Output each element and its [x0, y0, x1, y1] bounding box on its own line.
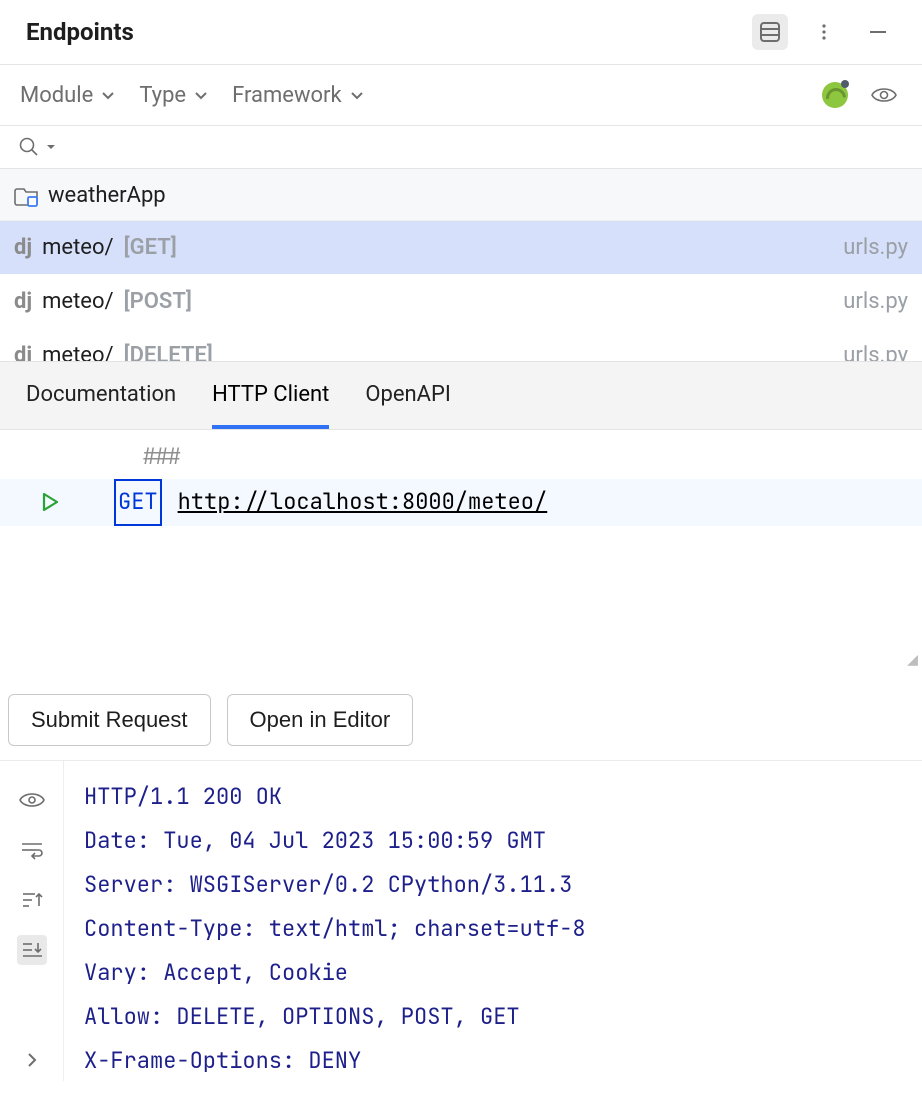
tab-openapi[interactable]: OpenAPI [365, 362, 451, 429]
filter-module[interactable]: Module [20, 83, 115, 108]
response-pane: HTTP/1.1 200 OK Date: Tue, 04 Jul 2023 1… [0, 761, 922, 1081]
endpoint-file: urls.py [843, 343, 908, 361]
endpoint-row[interactable]: dj meteo/ [GET] urls.py [0, 221, 922, 275]
tab-http-client[interactable]: HTTP Client [212, 362, 329, 429]
endpoint-path: meteo/ [42, 235, 113, 260]
tool-window-header: Endpoints [0, 0, 922, 65]
details-tabs: Documentation HTTP Client OpenAPI [0, 361, 922, 430]
wrap-lines-icon[interactable] [17, 835, 47, 865]
filter-label: Framework [232, 83, 342, 108]
endpoint-left: dj meteo/ [POST] [14, 289, 192, 314]
tab-label: Documentation [26, 382, 176, 407]
chevron-down-icon [101, 88, 115, 102]
resize-handle[interactable]: ◢ [907, 642, 916, 677]
endpoint-framework-badge: dj [14, 289, 32, 314]
filter-group: Module Type Framework [20, 83, 364, 108]
endpoints-list-clip: dj meteo/ [GET] urls.py dj meteo/ [POST] urls.p… [0, 221, 922, 361]
endpoint-left: dj meteo/ [GET] [14, 235, 177, 260]
tab-label: OpenAPI [365, 382, 451, 407]
filter-type[interactable]: Type [139, 83, 208, 108]
module-icon [14, 184, 40, 208]
scroll-down-icon [20, 939, 44, 961]
editor-comment: ### [80, 436, 182, 479]
endpoint-method: [POST] [124, 289, 192, 314]
http-url: http://localhost:8000/meteo/ [178, 481, 548, 524]
tab-documentation[interactable]: Documentation [26, 362, 176, 429]
kebab-icon [814, 22, 834, 42]
eye-icon [18, 790, 46, 810]
view-mode-button[interactable] [752, 14, 788, 50]
endpoint-framework-badge: dj [14, 343, 32, 361]
tool-window-title: Endpoints [26, 18, 134, 46]
module-name: weatherApp [48, 183, 166, 208]
module-row[interactable]: weatherApp [0, 169, 922, 221]
search-input[interactable] [62, 137, 904, 158]
chevron-right-icon [24, 1052, 40, 1068]
http-method: GET [114, 479, 162, 526]
more-options-button[interactable] [806, 14, 842, 50]
filter-bar: Module Type Framework [0, 65, 922, 126]
action-bar: Submit Request Open in Editor [0, 680, 922, 761]
search-dropdown-icon[interactable] [46, 142, 56, 152]
submit-request-button[interactable]: Submit Request [8, 694, 211, 746]
sort-up-icon [20, 889, 44, 911]
chevron-down-icon [194, 88, 208, 102]
endpoint-path: meteo/ [42, 343, 113, 361]
endpoint-row[interactable]: dj meteo/ [DELETE] urls.py [0, 329, 922, 361]
filter-label: Type [139, 83, 186, 108]
services-status-icon[interactable] [822, 82, 848, 108]
endpoint-method: [DELETE] [124, 343, 213, 361]
endpoint-file: urls.py [843, 235, 908, 260]
open-in-editor-button[interactable]: Open in Editor [227, 694, 414, 746]
eye-icon [870, 84, 898, 106]
response-text[interactable]: HTTP/1.1 200 OK Date: Tue, 04 Jul 2023 1… [64, 761, 922, 1081]
expand-icon[interactable] [17, 1045, 47, 1075]
eye-button[interactable] [866, 77, 902, 113]
search-bar [0, 126, 922, 169]
run-request-gutter[interactable] [36, 491, 64, 513]
endpoint-framework-badge: dj [14, 235, 32, 260]
endpoint-method: [GET] [124, 235, 177, 260]
minimize-icon [868, 22, 888, 42]
response-gutter [0, 761, 64, 1081]
endpoints-list: dj meteo/ [GET] urls.py dj meteo/ [POST] urls.p… [0, 221, 922, 361]
header-actions [752, 14, 896, 50]
endpoint-file: urls.py [843, 289, 908, 314]
endpoint-path: meteo/ [42, 289, 113, 314]
wrap-icon [20, 840, 44, 860]
filter-right-actions [822, 77, 902, 113]
search-icon[interactable] [18, 136, 40, 158]
sort-icon[interactable] [17, 885, 47, 915]
response-view-icon[interactable] [17, 785, 47, 815]
endpoint-left: dj meteo/ [DELETE] [14, 343, 213, 361]
hide-tool-window-button[interactable] [860, 14, 896, 50]
tab-label: HTTP Client [212, 382, 329, 407]
http-editor[interactable]: ### GET http://localhost:8000/meteo/ ◢ [0, 430, 922, 680]
layout-icon [758, 20, 782, 44]
chevron-down-icon [350, 88, 364, 102]
play-icon [40, 491, 60, 513]
filter-label: Module [20, 83, 93, 108]
scroll-to-end-icon[interactable] [17, 935, 47, 965]
endpoint-row[interactable]: dj meteo/ [POST] urls.py [0, 275, 922, 329]
filter-framework[interactable]: Framework [232, 83, 364, 108]
